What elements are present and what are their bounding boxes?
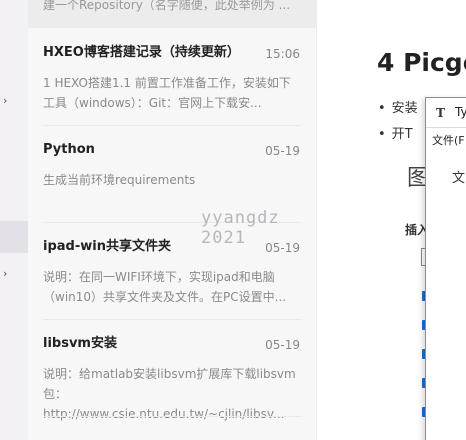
window-title: Ty bbox=[455, 105, 466, 119]
chevron-right-icon[interactable]: › bbox=[3, 95, 7, 107]
watermark: yyangdz 2021 bbox=[201, 208, 280, 248]
note-item-selected[interactable]: 建一个Repository（名字随便，此处举例为 ... bbox=[28, 0, 316, 28]
note-snippet: 生成当前环境requirements bbox=[43, 173, 196, 187]
nav-active-highlight[interactable] bbox=[0, 221, 28, 253]
note-date: 05-19 bbox=[265, 338, 300, 352]
note-snippet: 建一个Repository（名字随便，此处举例为 ... bbox=[43, 0, 291, 12]
note-snippet: 说明：在同一WIFI环境下，实现ipad和电脑（win10）共享文件夹及文件。在… bbox=[43, 270, 287, 304]
divider bbox=[43, 125, 301, 126]
left-nav: › › bbox=[0, 0, 28, 440]
note-date: 05-19 bbox=[265, 144, 300, 158]
note-title: libsvm安装 bbox=[43, 336, 117, 351]
bullet-item: 开T bbox=[378, 123, 413, 142]
note-snippet: 1 HEXO搭建1.1 前置工作准备工作，安装如下工具（windows）：Git… bbox=[43, 76, 291, 110]
typora-window[interactable]: T Ty 文件(F 文 bbox=[425, 97, 466, 440]
window-titlebar[interactable]: T Ty bbox=[426, 98, 466, 128]
chevron-right-icon[interactable]: › bbox=[3, 268, 7, 280]
typora-logo-icon: T bbox=[436, 106, 445, 120]
divider bbox=[43, 319, 301, 320]
note-date: 15:06 bbox=[265, 47, 300, 61]
menu-item-file[interactable]: 文件(F bbox=[432, 132, 465, 148]
divider bbox=[43, 416, 301, 417]
note-list: 建一个Repository（名字随便，此处举例为 ... HXEO博客搭建记录（… bbox=[28, 0, 317, 440]
bullet-item: 安装 bbox=[378, 97, 418, 116]
note-title: HXEO博客搭建记录（持续更新） bbox=[43, 45, 240, 60]
note-snippet: 说明：给matlab安装libsvm扩展库下载libsvm包：http://ww… bbox=[43, 367, 296, 421]
page-heading: 4 Picgo bbox=[377, 48, 466, 77]
note-title: Python bbox=[43, 142, 95, 157]
panel-text: 文 bbox=[452, 171, 466, 186]
note-title: ipad-win共享文件夹 bbox=[43, 239, 171, 254]
